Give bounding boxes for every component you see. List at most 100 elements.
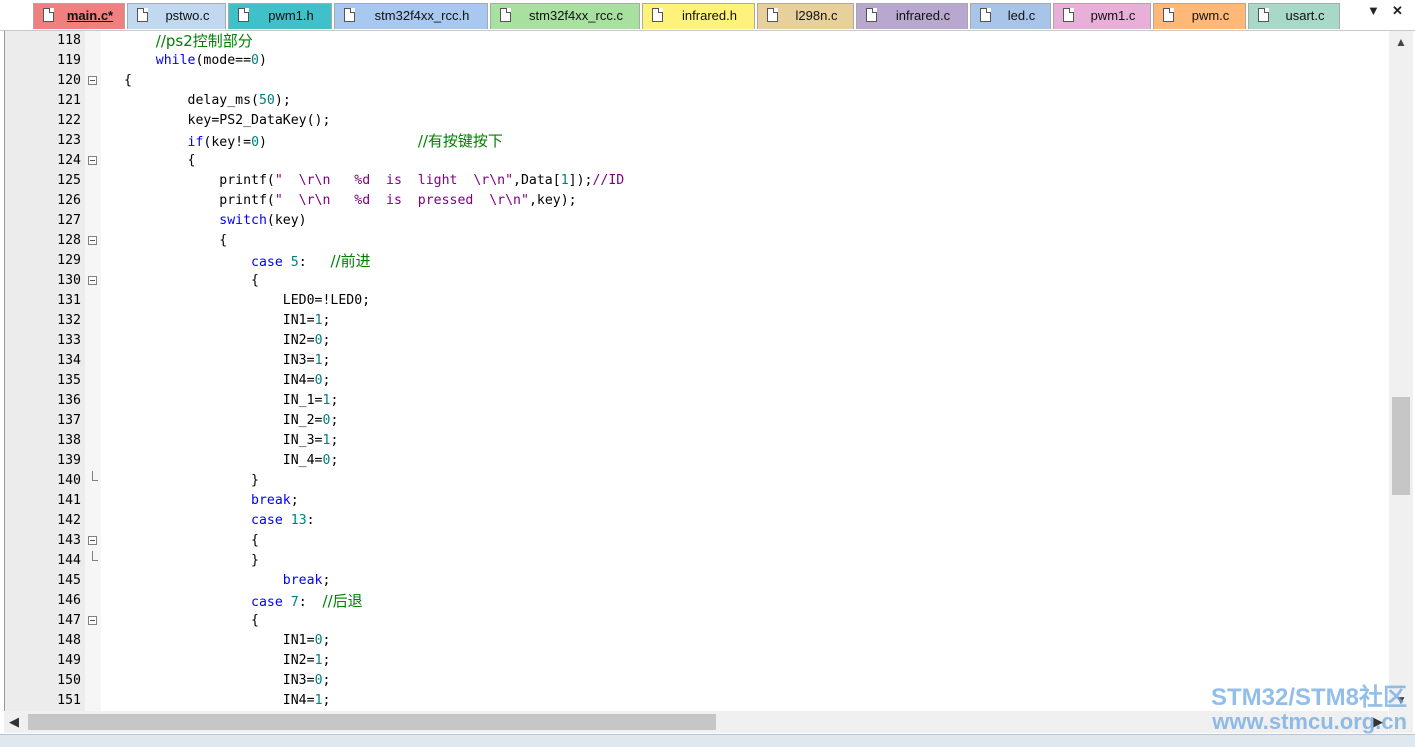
code-line[interactable]: 136 IN_1=1; bbox=[5, 391, 1388, 411]
fold-toggle-icon[interactable] bbox=[88, 156, 97, 165]
code-line[interactable]: 124 { bbox=[5, 151, 1388, 171]
tab-pwm1-c[interactable]: pwm1.c bbox=[1053, 3, 1151, 29]
tab-infrared-c[interactable]: infrared.c bbox=[856, 3, 968, 29]
close-tab-button[interactable]: ✕ bbox=[1392, 3, 1403, 19]
scroll-up-arrow-icon[interactable]: ▲ bbox=[1389, 31, 1413, 53]
tab-stm32f4xx-rcc-h[interactable]: stm32f4xx_rcc.h bbox=[334, 3, 488, 29]
fold-toggle-icon[interactable] bbox=[88, 76, 97, 85]
file-icon bbox=[980, 8, 991, 22]
fold-toggle-icon[interactable] bbox=[88, 276, 97, 285]
code-line[interactable]: 140 } bbox=[5, 471, 1388, 491]
tab-label: led.c bbox=[1007, 8, 1036, 23]
code-line[interactable]: 135 IN4=0; bbox=[5, 371, 1388, 391]
tab-main-c[interactable]: main.c* bbox=[33, 3, 125, 29]
horizontal-scrollbar[interactable]: ◀ ▶ bbox=[4, 711, 1388, 733]
code-token: 1 bbox=[314, 353, 323, 368]
code-token: : bbox=[306, 513, 315, 528]
code-line[interactable]: 150 IN3=0; bbox=[5, 671, 1388, 691]
code-token: 5 bbox=[290, 255, 299, 270]
code-line[interactable]: 143 { bbox=[5, 531, 1388, 551]
code-line[interactable]: 128 { bbox=[5, 231, 1388, 251]
fold-toggle-icon[interactable] bbox=[88, 616, 97, 625]
code-text: while(mode==0) bbox=[124, 51, 267, 71]
code-token: case bbox=[251, 595, 283, 610]
code-line[interactable]: 141 break; bbox=[5, 491, 1388, 511]
code-text: IN_3=1; bbox=[124, 431, 339, 451]
code-token: IN_2= bbox=[124, 413, 323, 428]
code-line[interactable]: 123 if(key!=0) //有按键按下 bbox=[5, 131, 1388, 151]
code-line[interactable]: 145 break; bbox=[5, 571, 1388, 591]
code-line[interactable]: 122 key=PS2_DataKey(); bbox=[5, 111, 1388, 131]
tab-pwm-c[interactable]: pwm.c bbox=[1153, 3, 1246, 29]
code-text: LED0=!LED0; bbox=[124, 291, 370, 311]
vertical-scrollbar[interactable]: ▲ ▼ bbox=[1389, 31, 1413, 711]
code-line[interactable]: 130 { bbox=[5, 271, 1388, 291]
code-line[interactable]: 120 { bbox=[5, 71, 1388, 91]
code-line[interactable]: 118 //ps2控制部分 bbox=[5, 31, 1388, 51]
code-line[interactable]: 131 LED0=!LED0; bbox=[5, 291, 1388, 311]
line-number: 144 bbox=[57, 553, 81, 568]
code-line[interactable]: 121 delay_ms(50); bbox=[5, 91, 1388, 111]
tab-list-dropdown-button[interactable]: ▼ bbox=[1367, 3, 1380, 18]
code-token: 50 bbox=[258, 93, 275, 108]
code-token: ; bbox=[330, 433, 339, 448]
fold-toggle-icon[interactable] bbox=[88, 536, 97, 545]
horizontal-scroll-thumb[interactable] bbox=[28, 714, 716, 730]
code-line[interactable]: 144 } bbox=[5, 551, 1388, 571]
tab-usart-c[interactable]: usart.c bbox=[1248, 3, 1340, 29]
code-line[interactable]: 134 IN3=1; bbox=[5, 351, 1388, 371]
watermark-logo: STM32/STM8社区 www.stmcu.org.cn bbox=[1211, 686, 1407, 734]
code-token: 0 bbox=[251, 135, 260, 150]
line-number: 146 bbox=[57, 593, 81, 608]
code-line[interactable]: 137 IN_2=0; bbox=[5, 411, 1388, 431]
code-line[interactable]: 138 IN_3=1; bbox=[5, 431, 1388, 451]
code-token: 0 bbox=[314, 333, 323, 348]
code-line[interactable]: 129 case 5: //前进 bbox=[5, 251, 1388, 271]
tab-infrared-h[interactable]: infrared.h bbox=[642, 3, 755, 29]
code-line[interactable]: 133 IN2=0; bbox=[5, 331, 1388, 351]
code-line[interactable]: 142 case 13: bbox=[5, 511, 1388, 531]
code-line[interactable]: 127 switch(key) bbox=[5, 211, 1388, 231]
tab-label: infrared.c bbox=[895, 8, 951, 23]
line-number: 118 bbox=[57, 33, 81, 48]
tab-l298n-c[interactable]: l298n.c bbox=[757, 3, 854, 29]
code-editor[interactable]: 118 //ps2控制部分 119 while(mode==0) 120{121 d… bbox=[4, 31, 1388, 711]
code-line[interactable]: 151 IN4=1; bbox=[5, 691, 1388, 711]
file-icon bbox=[767, 8, 778, 22]
code-line[interactable]: 125 printf(" \r\n %d is light \r\n",Data… bbox=[5, 171, 1388, 191]
code-text: } bbox=[124, 471, 259, 491]
tab-bar: main.c* pstwo.c pwm1.h stm32f4xx_rcc.h stm32… bbox=[0, 0, 1415, 31]
tab-label: pwm1.c bbox=[1090, 8, 1136, 23]
line-number: 122 bbox=[57, 113, 81, 128]
code-text: break; bbox=[124, 491, 299, 511]
tab-pwm1-h[interactable]: pwm1.h bbox=[228, 3, 332, 29]
code-text: delay_ms(50); bbox=[124, 91, 291, 111]
code-line[interactable]: 132 IN1=1; bbox=[5, 311, 1388, 331]
code-line[interactable]: 148 IN1=0; bbox=[5, 631, 1388, 651]
code-line[interactable]: 147 { bbox=[5, 611, 1388, 631]
code-line[interactable]: 119 while(mode==0) bbox=[5, 51, 1388, 71]
tab-pstwo-c[interactable]: pstwo.c bbox=[127, 3, 226, 29]
scroll-left-arrow-icon[interactable]: ◀ bbox=[4, 711, 24, 733]
code-token: case bbox=[251, 513, 283, 528]
tab-led-c[interactable]: led.c bbox=[970, 3, 1051, 29]
code-token: { bbox=[124, 233, 228, 248]
line-number: 132 bbox=[57, 313, 81, 328]
file-icon bbox=[1063, 8, 1074, 22]
file-icon bbox=[1163, 8, 1174, 22]
code-line[interactable]: 146 case 7: //后退 bbox=[5, 591, 1388, 611]
fold-toggle-icon[interactable] bbox=[88, 236, 97, 245]
tab-stm32f4xx-rcc-c[interactable]: stm32f4xx_rcc.c bbox=[490, 3, 640, 29]
code-line[interactable]: 126 printf(" \r\n %d is pressed \r\n",ke… bbox=[5, 191, 1388, 211]
code-token: //有按键按下 bbox=[417, 132, 503, 150]
code-token: ; bbox=[290, 493, 299, 508]
code-token: ; bbox=[322, 373, 331, 388]
code-line[interactable]: 139 IN_4=0; bbox=[5, 451, 1388, 471]
code-line[interactable]: 149 IN2=1; bbox=[5, 651, 1388, 671]
line-number: 128 bbox=[57, 233, 81, 248]
vertical-scroll-thumb[interactable] bbox=[1392, 397, 1410, 495]
line-number: 121 bbox=[57, 93, 81, 108]
